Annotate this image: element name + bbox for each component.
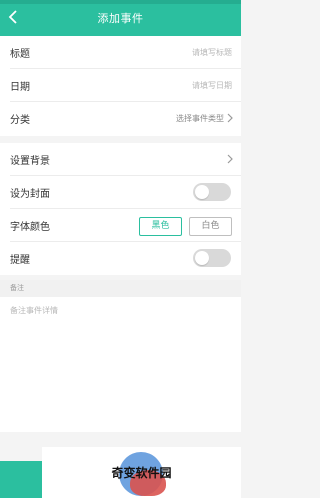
status-bar	[0, 0, 241, 4]
title-input[interactable]: 请填写标题	[192, 47, 232, 58]
app-header: 添加事件	[0, 0, 241, 36]
watermark-text: 奇变软件园	[111, 466, 172, 480]
note-header-label: 备注	[10, 284, 24, 292]
note-placeholder: 备注事件详情	[10, 306, 58, 315]
note-header: 备注	[0, 280, 241, 297]
chevron-right-icon	[227, 154, 233, 164]
date-label: 日期	[10, 82, 30, 93]
cover-toggle[interactable]	[193, 183, 231, 201]
cover-label: 设为封面	[10, 189, 50, 200]
font-color-black-button[interactable]: 黑色	[139, 217, 182, 236]
event-settings-section: 设置背景 设为封面 字体颜色 黑色 白色 提醒	[0, 143, 241, 275]
bottom-accent-block	[0, 461, 42, 498]
toggle-knob	[195, 185, 209, 199]
date-row[interactable]: 日期 请填写日期	[0, 69, 241, 102]
note-textarea[interactable]: 备注事件详情	[0, 297, 241, 432]
background-row[interactable]: 设置背景	[0, 143, 241, 176]
page-title: 添加事件	[97, 12, 144, 25]
category-select[interactable]: 选择事件类型	[176, 113, 224, 124]
toggle-knob	[195, 251, 209, 265]
watermark: 奇变软件园	[42, 447, 241, 498]
category-row[interactable]: 分类 选择事件类型	[0, 102, 241, 135]
category-label: 分类	[10, 115, 30, 126]
reminder-row: 提醒	[0, 242, 241, 275]
font-color-white-button[interactable]: 白色	[189, 217, 232, 236]
background-label: 设置背景	[10, 156, 50, 167]
event-basic-section: 标题 请填写标题 日期 请填写日期 分类 选择事件类型	[0, 36, 241, 136]
reminder-toggle[interactable]	[193, 249, 231, 267]
font-color-row: 字体颜色 黑色 白色	[0, 209, 241, 242]
title-label: 标题	[10, 49, 30, 60]
chevron-right-icon	[227, 113, 233, 123]
title-row[interactable]: 标题 请填写标题	[0, 36, 241, 69]
font-color-label: 字体颜色	[10, 222, 50, 233]
cover-row: 设为封面	[0, 176, 241, 209]
reminder-label: 提醒	[10, 255, 30, 266]
date-input[interactable]: 请填写日期	[192, 80, 232, 91]
